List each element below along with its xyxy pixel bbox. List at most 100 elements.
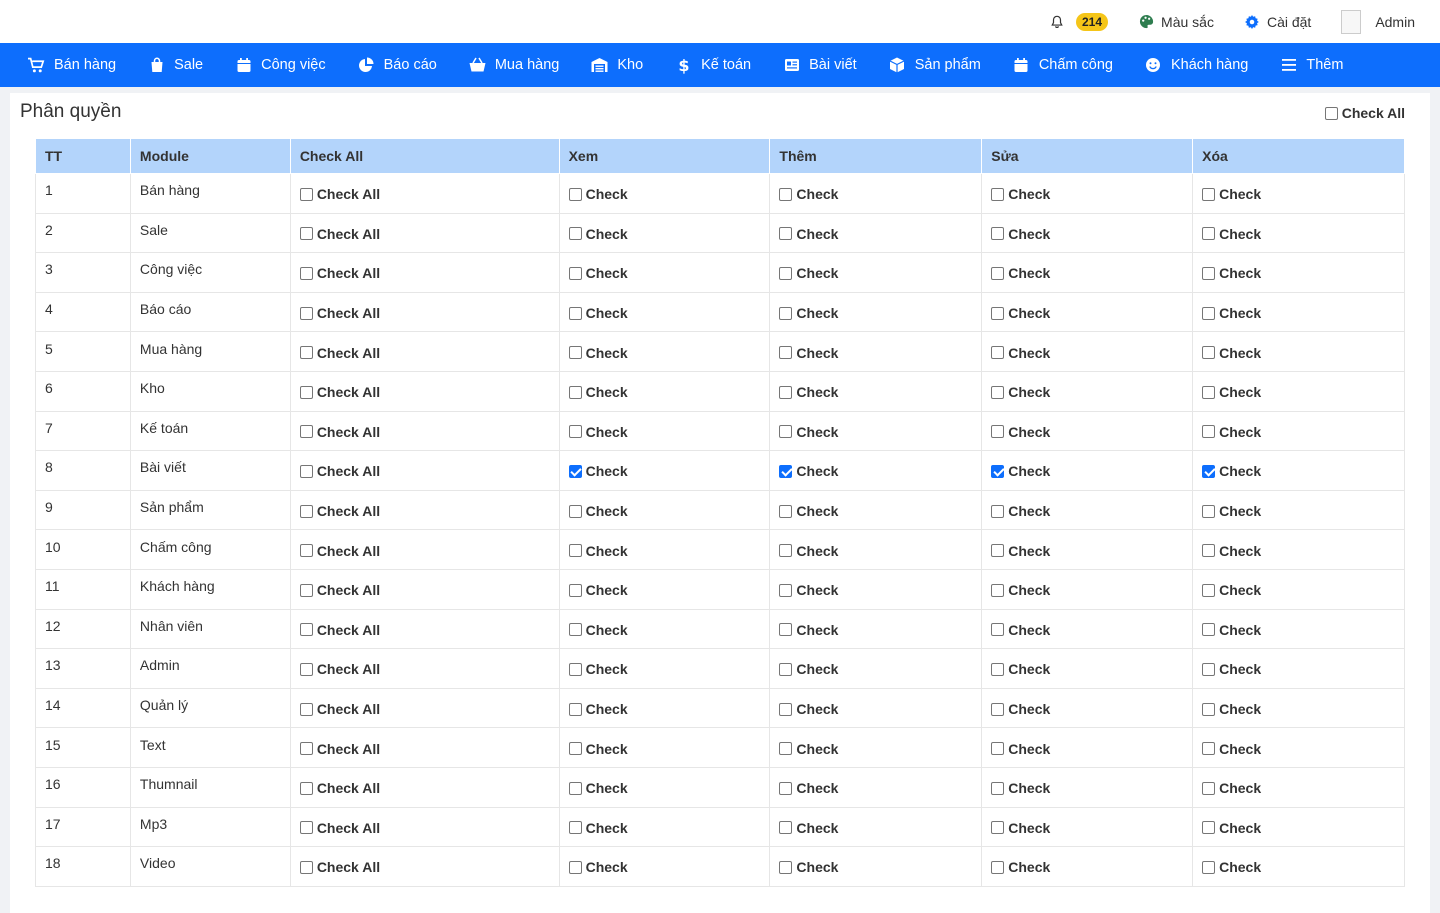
check-delete[interactable]: Check bbox=[1202, 541, 1395, 559]
nav-item-7[interactable]: Bài viết bbox=[783, 57, 857, 74]
row-check-all[interactable]: Check All bbox=[299, 263, 550, 281]
nav-item-9[interactable]: Chấm công bbox=[1013, 57, 1113, 74]
check-edit[interactable]: Check bbox=[991, 343, 1183, 361]
check-delete[interactable]: Check bbox=[1202, 263, 1395, 281]
notifications[interactable]: 214 bbox=[1049, 12, 1109, 31]
check-edit[interactable]: Check bbox=[991, 620, 1183, 638]
check-edit-checkbox[interactable] bbox=[991, 781, 1005, 795]
check-edit[interactable]: Check bbox=[991, 739, 1183, 757]
check-delete-checkbox[interactable] bbox=[1202, 544, 1216, 558]
check-delete[interactable]: Check bbox=[1202, 461, 1395, 479]
check-delete[interactable]: Check bbox=[1202, 224, 1395, 242]
row-check-all-checkbox[interactable] bbox=[299, 702, 313, 716]
master-check-all[interactable]: Check All bbox=[1324, 105, 1405, 121]
check-add-checkbox[interactable] bbox=[779, 425, 793, 439]
check-edit-checkbox[interactable] bbox=[991, 860, 1005, 874]
master-check-all-checkbox[interactable] bbox=[1324, 106, 1338, 120]
check-view[interactable]: Check bbox=[568, 541, 761, 559]
check-add-checkbox[interactable] bbox=[779, 781, 793, 795]
check-edit-checkbox[interactable] bbox=[991, 544, 1005, 558]
check-delete-checkbox[interactable] bbox=[1202, 623, 1216, 637]
check-edit[interactable]: Check bbox=[991, 382, 1183, 400]
check-delete[interactable]: Check bbox=[1202, 778, 1395, 796]
check-add[interactable]: Check bbox=[779, 818, 972, 836]
check-view[interactable]: Check bbox=[568, 739, 761, 757]
row-check-all-checkbox[interactable] bbox=[299, 425, 313, 439]
check-view[interactable]: Check bbox=[568, 224, 761, 242]
check-edit[interactable]: Check bbox=[991, 659, 1183, 677]
check-view[interactable]: Check bbox=[568, 778, 761, 796]
check-add-checkbox[interactable] bbox=[779, 544, 793, 558]
check-edit-checkbox[interactable] bbox=[991, 227, 1005, 241]
check-edit-checkbox[interactable] bbox=[991, 187, 1005, 201]
row-check-all-checkbox[interactable] bbox=[299, 504, 313, 518]
check-delete[interactable]: Check bbox=[1202, 739, 1395, 757]
row-check-all[interactable]: Check All bbox=[299, 343, 550, 361]
nav-item-4[interactable]: Mua hàng bbox=[469, 57, 559, 74]
row-check-all[interactable]: Check All bbox=[299, 303, 550, 321]
check-delete-checkbox[interactable] bbox=[1202, 464, 1216, 478]
check-view[interactable]: Check bbox=[568, 184, 761, 202]
check-edit-checkbox[interactable] bbox=[991, 662, 1005, 676]
row-check-all[interactable]: Check All bbox=[299, 382, 550, 400]
check-delete-checkbox[interactable] bbox=[1202, 187, 1216, 201]
settings-menu[interactable]: Cài đặt bbox=[1244, 14, 1311, 30]
user-menu[interactable]: Admin bbox=[1341, 9, 1415, 34]
nav-item-0[interactable]: Bán hàng bbox=[28, 57, 116, 74]
row-check-all-checkbox[interactable] bbox=[299, 266, 313, 280]
check-edit-checkbox[interactable] bbox=[991, 742, 1005, 756]
check-delete-checkbox[interactable] bbox=[1202, 742, 1216, 756]
check-add[interactable]: Check bbox=[779, 343, 972, 361]
check-edit[interactable]: Check bbox=[991, 778, 1183, 796]
check-add[interactable]: Check bbox=[779, 224, 972, 242]
check-delete[interactable]: Check bbox=[1202, 382, 1395, 400]
check-view-checkbox[interactable] bbox=[568, 860, 582, 874]
check-view-checkbox[interactable] bbox=[568, 781, 582, 795]
check-delete[interactable]: Check bbox=[1202, 184, 1395, 202]
row-check-all[interactable]: Check All bbox=[299, 422, 550, 440]
check-view-checkbox[interactable] bbox=[568, 544, 582, 558]
check-view-checkbox[interactable] bbox=[568, 742, 582, 756]
row-check-all[interactable]: Check All bbox=[299, 699, 550, 717]
check-view-checkbox[interactable] bbox=[568, 187, 582, 201]
row-check-all-checkbox[interactable] bbox=[299, 821, 313, 835]
check-delete-checkbox[interactable] bbox=[1202, 266, 1216, 280]
check-delete-checkbox[interactable] bbox=[1202, 504, 1216, 518]
check-view[interactable]: Check bbox=[568, 818, 761, 836]
check-view[interactable]: Check bbox=[568, 620, 761, 638]
check-delete-checkbox[interactable] bbox=[1202, 662, 1216, 676]
check-delete-checkbox[interactable] bbox=[1202, 227, 1216, 241]
check-edit-checkbox[interactable] bbox=[991, 306, 1005, 320]
check-add-checkbox[interactable] bbox=[779, 306, 793, 320]
check-delete[interactable]: Check bbox=[1202, 501, 1395, 519]
nav-item-2[interactable]: Công việc bbox=[235, 57, 326, 74]
row-check-all-checkbox[interactable] bbox=[299, 742, 313, 756]
row-check-all-checkbox[interactable] bbox=[299, 385, 313, 399]
row-check-all[interactable]: Check All bbox=[299, 184, 550, 202]
check-add[interactable]: Check bbox=[779, 778, 972, 796]
check-add-checkbox[interactable] bbox=[779, 227, 793, 241]
row-check-all-checkbox[interactable] bbox=[299, 187, 313, 201]
check-edit[interactable]: Check bbox=[991, 501, 1183, 519]
check-delete-checkbox[interactable] bbox=[1202, 702, 1216, 716]
check-delete[interactable]: Check bbox=[1202, 857, 1395, 875]
check-delete-checkbox[interactable] bbox=[1202, 425, 1216, 439]
check-edit-checkbox[interactable] bbox=[991, 346, 1005, 360]
check-edit[interactable]: Check bbox=[991, 461, 1183, 479]
check-add-checkbox[interactable] bbox=[779, 623, 793, 637]
check-view-checkbox[interactable] bbox=[568, 385, 582, 399]
row-check-all-checkbox[interactable] bbox=[299, 544, 313, 558]
check-add-checkbox[interactable] bbox=[779, 385, 793, 399]
check-add-checkbox[interactable] bbox=[779, 702, 793, 716]
row-check-all[interactable]: Check All bbox=[299, 541, 550, 559]
nav-item-1[interactable]: Sale bbox=[148, 57, 203, 74]
check-edit-checkbox[interactable] bbox=[991, 464, 1005, 478]
row-check-all-checkbox[interactable] bbox=[299, 860, 313, 874]
check-add-checkbox[interactable] bbox=[779, 187, 793, 201]
row-check-all[interactable]: Check All bbox=[299, 778, 550, 796]
check-edit-checkbox[interactable] bbox=[991, 504, 1005, 518]
check-add-checkbox[interactable] bbox=[779, 266, 793, 280]
check-view[interactable]: Check bbox=[568, 461, 761, 479]
nav-item-6[interactable]: $ Kế toán bbox=[675, 57, 751, 74]
check-delete[interactable]: Check bbox=[1202, 580, 1395, 598]
